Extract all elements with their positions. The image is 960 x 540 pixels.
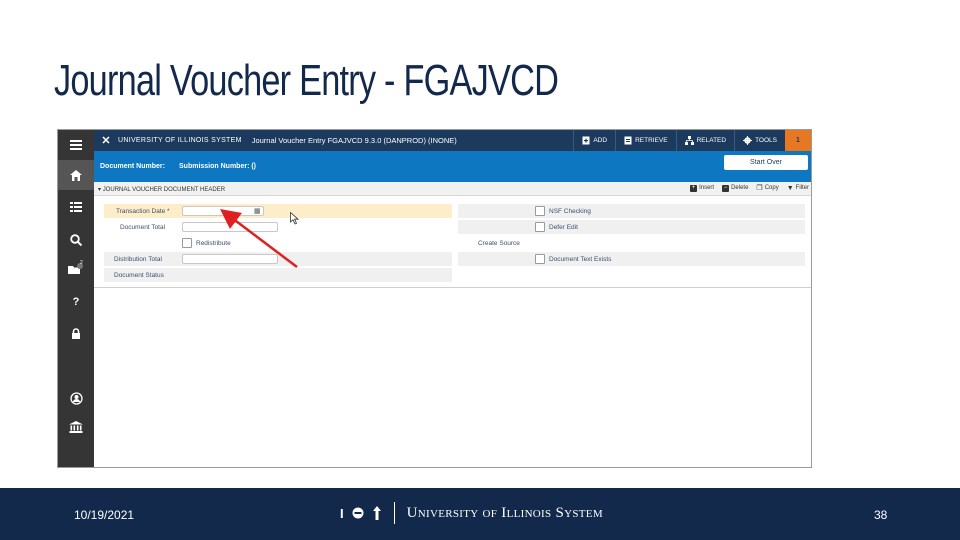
slide-title: Journal Voucher Entry - FGAJVCD: [54, 56, 559, 105]
uis-logo-icon: [352, 507, 364, 519]
banner-screenshot: 2 ? ✕ UNIVERSITY OF ILLINOIS SYSTEM Jour…: [57, 129, 812, 468]
slide-footer: 10/19/2021 I University of Illinois Syst…: [0, 488, 960, 540]
logo-divider: [393, 502, 395, 524]
footer-date: 10/19/2021: [74, 508, 135, 522]
footer-logo: I University of Illinois System: [340, 502, 603, 524]
footer-logo-text: University of Illinois System: [406, 504, 603, 521]
uic-logo-icon: [372, 506, 381, 520]
annotation-arrow: [220, 208, 298, 268]
slide: Journal Voucher Entry - FGAJVCD 2 ? ✕ UN…: [0, 0, 960, 540]
footer-page-number: 38: [874, 508, 888, 522]
illinois-i-icon: I: [340, 505, 344, 521]
